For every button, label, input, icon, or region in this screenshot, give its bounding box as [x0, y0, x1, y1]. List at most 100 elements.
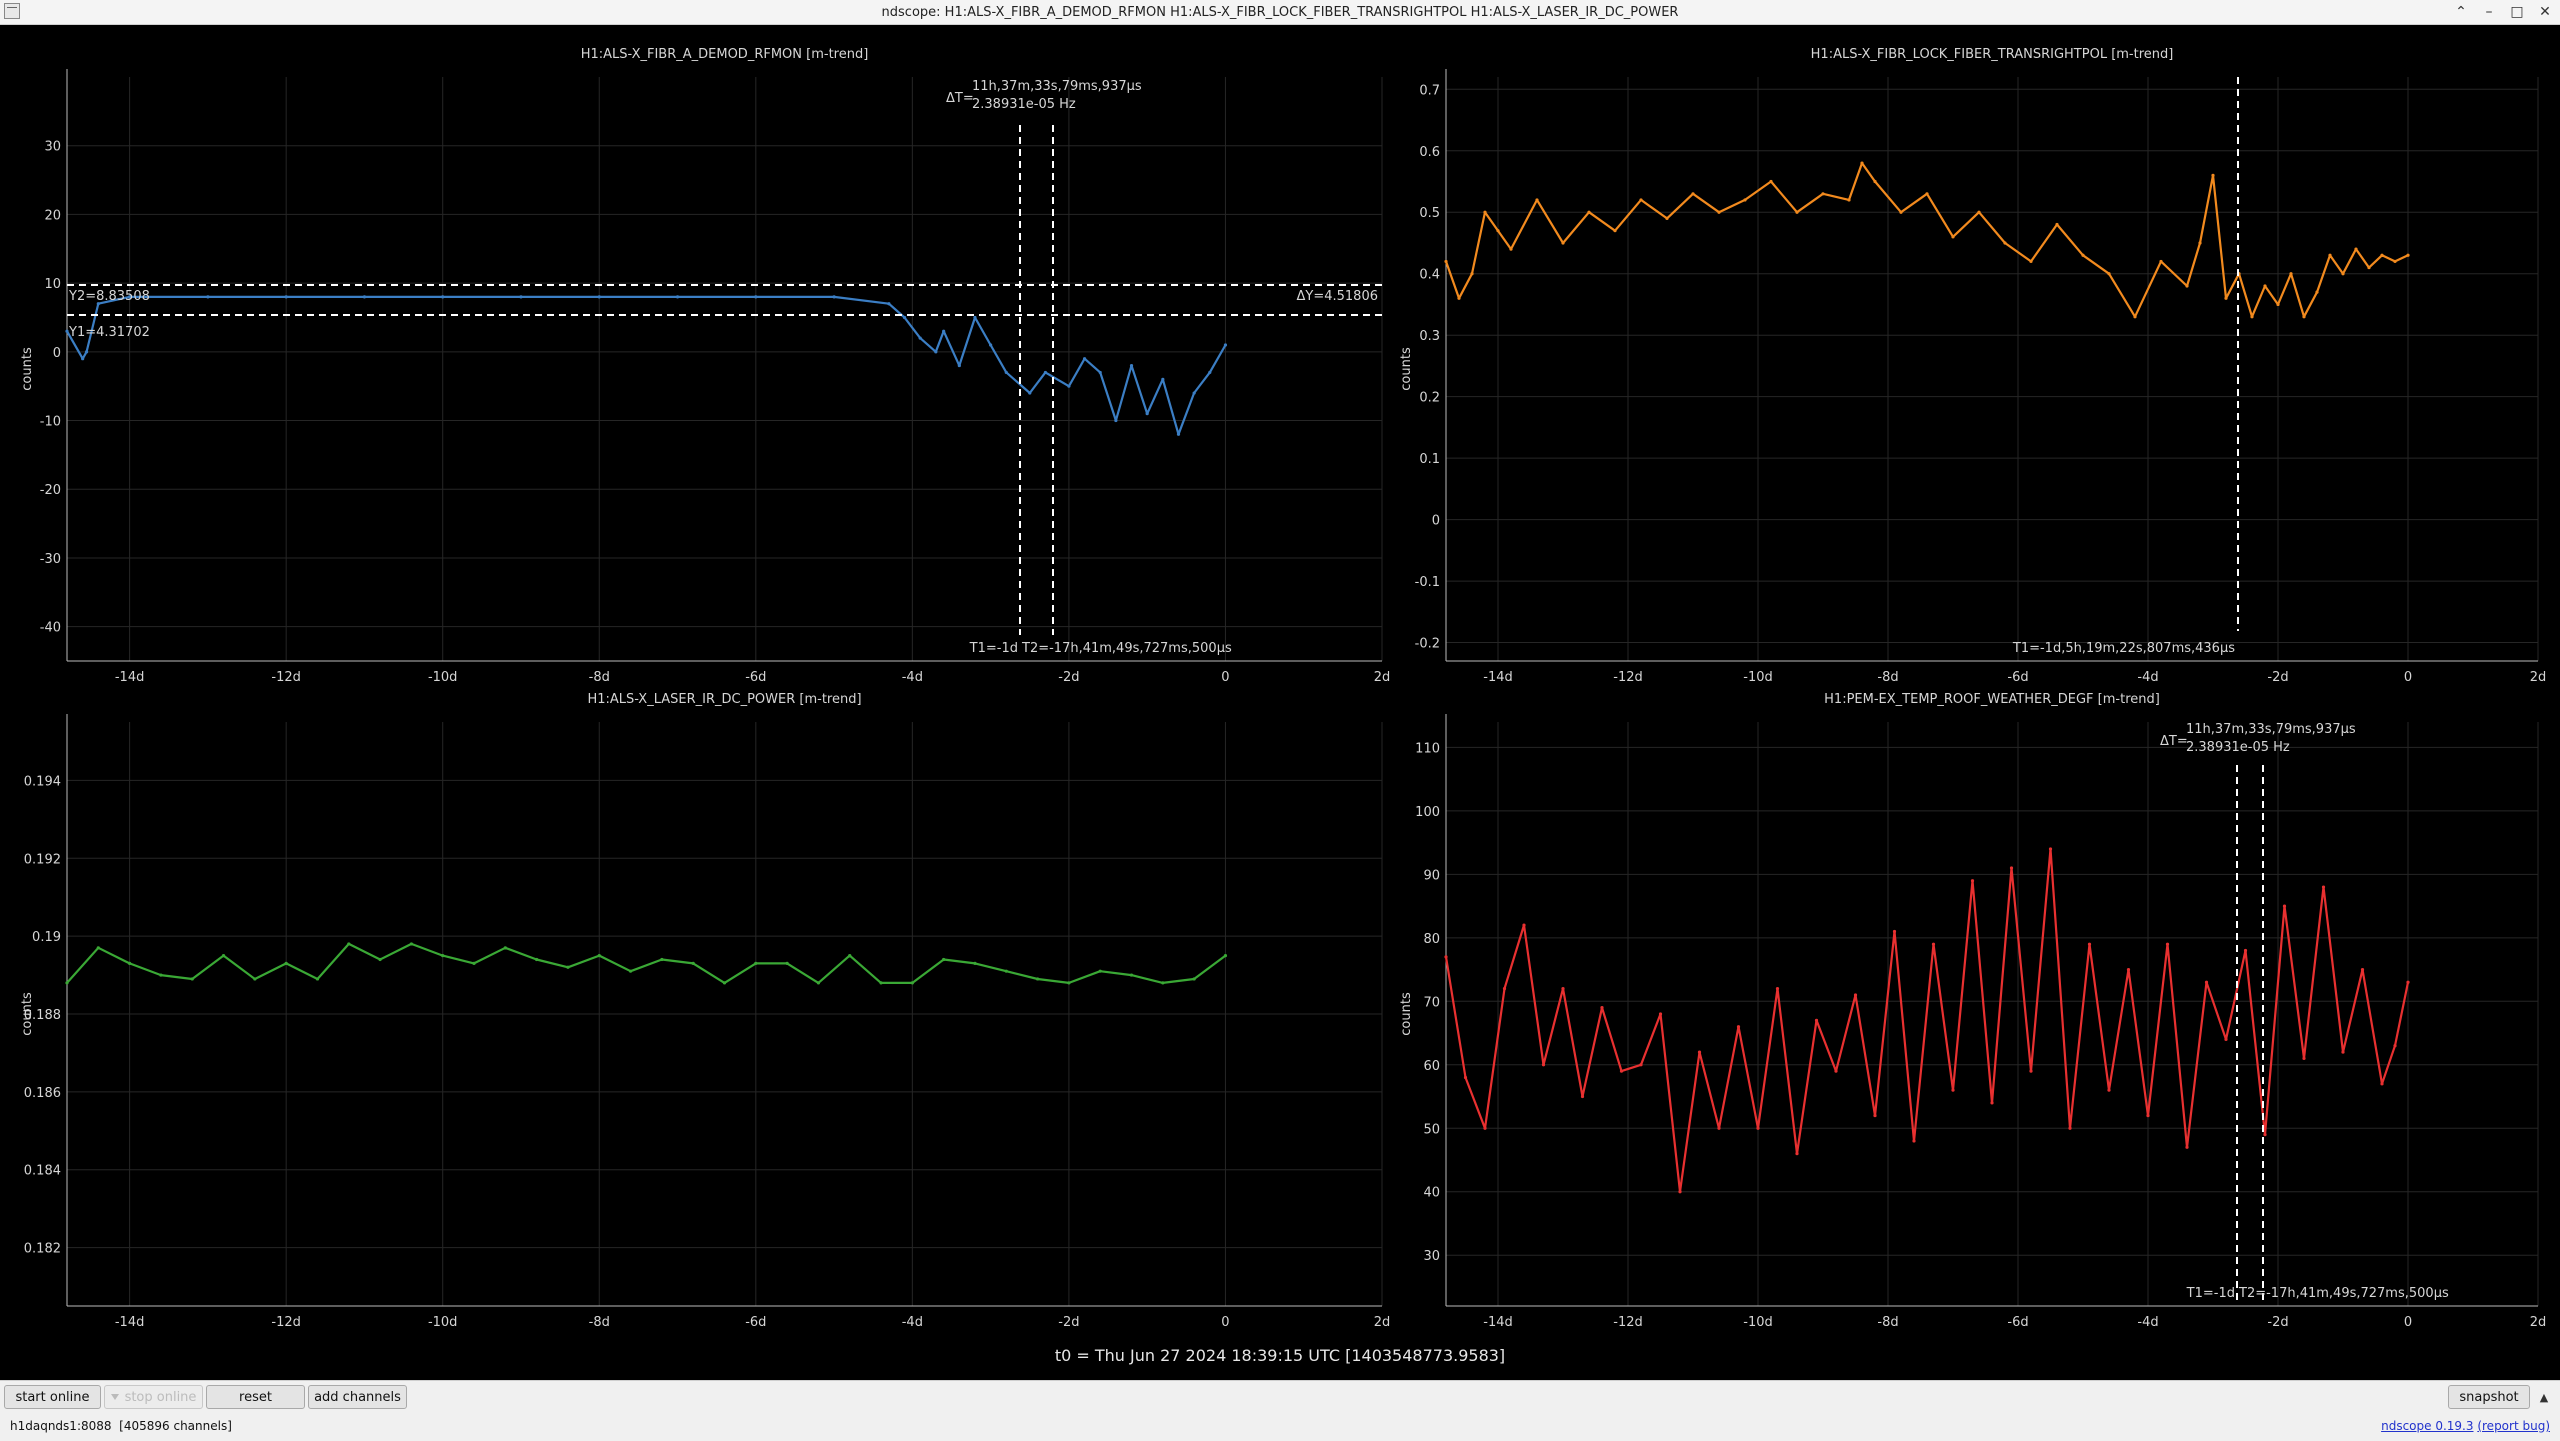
x-tick-label: -12d [1613, 670, 1643, 685]
data-point [1208, 370, 1212, 375]
data-point [1795, 1152, 1799, 1156]
y-tick-label: 0.6 [1419, 145, 1440, 160]
data-point [1541, 1063, 1546, 1067]
data-point [2165, 942, 2170, 946]
data-point [1873, 1113, 1877, 1118]
series-line [66, 295, 1227, 436]
x-tick-label: -6d [2007, 1315, 2028, 1330]
x-tick-label: -12d [271, 670, 301, 685]
data-point [2263, 284, 2267, 288]
data-point [1129, 363, 1134, 368]
x-tick-label: -8d [1877, 670, 1898, 685]
start-online-button[interactable]: start online [4, 1385, 101, 1409]
dt-freq-label: 2.38931e-05 Hz [2186, 740, 2290, 755]
data-point [284, 295, 288, 299]
snapshot-button[interactable]: snapshot [2448, 1385, 2530, 1409]
data-point [2302, 1056, 2306, 1061]
data-point [1814, 1018, 1819, 1022]
data-point [2126, 967, 2131, 972]
data-point [84, 350, 89, 354]
x-tick-label: 2d [1374, 1315, 1391, 1330]
data-point [1795, 210, 1799, 214]
data-point [1457, 296, 1461, 300]
data-point [2406, 253, 2410, 257]
data-point [362, 295, 367, 299]
data-point [2081, 253, 2085, 257]
data-point [1834, 1069, 1838, 1073]
data-point [597, 954, 601, 958]
x-tick-label: -10d [1743, 670, 1773, 685]
data-point [2380, 1082, 2384, 1086]
close-icon[interactable]: ✕ [2536, 4, 2554, 20]
stop-icon [110, 1394, 119, 1400]
maximize-icon[interactable]: □ [2508, 4, 2526, 20]
data-point [1990, 1101, 1994, 1105]
stop-online-button[interactable]: stop online [104, 1385, 203, 1409]
y-tick-label: 70 [1423, 995, 1440, 1010]
version-info: ndscope 0.19.3 (report bug) [2381, 1419, 2550, 1433]
y-axis-label: counts [20, 992, 35, 1036]
x-tick-label: -6d [745, 670, 766, 685]
version-link[interactable]: ndscope 0.19.3 [2381, 1419, 2473, 1433]
y-tick-label: 0.5 [1419, 206, 1440, 221]
reset-button[interactable]: reset [206, 1385, 305, 1409]
y-tick-label: 0.186 [24, 1086, 61, 1101]
data-point [973, 315, 977, 320]
x-tick-label: -4d [902, 670, 923, 685]
x-tick-label: -12d [271, 1315, 301, 1330]
data-point [1977, 210, 1981, 214]
minimize-icon[interactable]: – [2480, 4, 2498, 20]
server-label: h1daqnds1:8088 [10, 1419, 112, 1433]
data-point [832, 295, 836, 299]
data-point [2282, 904, 2287, 908]
data-point [1951, 235, 1955, 239]
dt-label: ΔT= [946, 91, 974, 106]
data-point [378, 957, 382, 962]
report-bug-link[interactable]: (report bug) [2477, 1419, 2550, 1433]
channel-count: [405896 channels] [119, 1419, 232, 1433]
data-point [2068, 1126, 2072, 1130]
t1-cursor-label: T1=-1d [2186, 1286, 2235, 1301]
data-point [848, 954, 852, 958]
x-tick-label: 0 [1221, 670, 1229, 685]
data-point [1161, 981, 1165, 985]
app-icon[interactable] [4, 3, 20, 19]
data-point [159, 973, 163, 977]
data-point [2243, 948, 2248, 953]
data-point [1496, 229, 1500, 233]
data-point [1892, 929, 1897, 934]
t1-cursor-label: T1=-1d [969, 641, 1018, 656]
x-tick-label: 0 [2404, 670, 2412, 685]
data-point [2159, 259, 2163, 264]
chart-title: H1:ALS-X_FIBR_A_DEMOD_RFMON [m-trend] [581, 47, 869, 62]
x-tick-label: -2d [2267, 1315, 2288, 1330]
data-point [1561, 241, 1565, 245]
data-point [2393, 1044, 2397, 1048]
plots-canvas[interactable]: -14d -12d -10d -8d -6d -4d -2d 0 2d3020100-10-20… [0, 25, 2560, 1380]
data-point [1535, 198, 1539, 202]
x-tick-label: -2d [1058, 670, 1079, 685]
data-point [65, 981, 69, 985]
plot-area[interactable]: -14d -12d -10d -8d -6d -4d -2d 0 2d 30 20 10 0 -10 -20… [0, 25, 2560, 1380]
data-point [284, 961, 288, 965]
add-channels-button[interactable]: add channels [308, 1385, 407, 1409]
chevron-up-icon[interactable]: ⌃ [2452, 4, 2470, 20]
data-point [2133, 315, 2137, 319]
x-tick-label: 2d [2530, 1315, 2547, 1330]
data-point [1931, 942, 1936, 946]
data-point [1925, 192, 1929, 196]
data-point [1470, 272, 1474, 276]
data-point [2341, 1050, 2345, 1054]
data-point [2224, 1037, 2228, 1041]
data-point [2289, 272, 2293, 276]
data-point [206, 295, 210, 299]
y-tick-label: 0.194 [24, 774, 61, 789]
dy-cursor-label: ΔY=4.51806 [1297, 289, 1379, 304]
data-point [1580, 1094, 1585, 1099]
data-point [2009, 866, 2014, 870]
y-tick-label: 0.1 [1419, 452, 1440, 467]
dt-value-label: 11h,37m,33s,79ms,937μs [972, 79, 1142, 94]
y-tick-label: 100 [1415, 805, 1440, 820]
chevron-up-icon[interactable]: ▲ [2534, 1385, 2554, 1409]
series-line [1444, 162, 2409, 318]
